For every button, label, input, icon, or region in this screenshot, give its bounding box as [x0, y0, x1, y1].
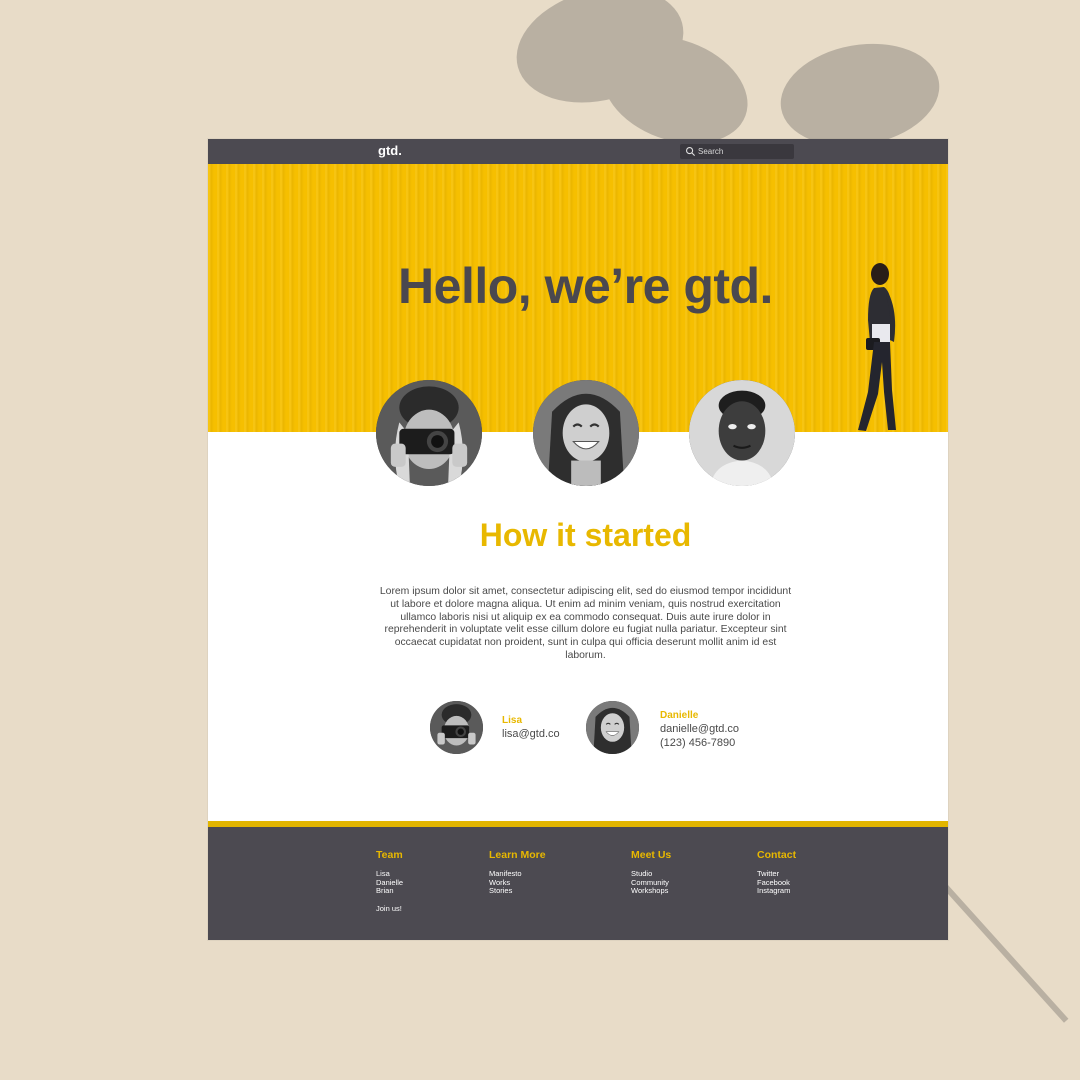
- team-photo-camera: [376, 380, 482, 486]
- search-box[interactable]: [680, 144, 794, 159]
- contact-name-lisa: Lisa: [502, 715, 523, 726]
- top-nav: gtd.: [208, 139, 948, 164]
- team-photo-smiling-woman: [533, 380, 639, 486]
- footer-link-workshops[interactable]: Workshops: [631, 886, 671, 896]
- section-body-text: Lorem ipsum dolor sit amet, consectetur …: [379, 586, 792, 661]
- contact-phone-danielle[interactable]: (123) 456-7890: [660, 737, 735, 749]
- contact-email-lisa[interactable]: lisa@gtd.co: [502, 728, 560, 740]
- footer-column-learn-more: Learn More Manifesto Works Stories: [489, 849, 546, 896]
- search-icon: [686, 147, 696, 157]
- camera-person-image: [376, 380, 482, 486]
- website-mockup: gtd. Hello, we’re gtd.: [208, 139, 948, 940]
- team-photo-man: [689, 380, 795, 486]
- footer-column-contact: Contact Twitter Facebook Instagram: [757, 849, 796, 896]
- footer-link-instagram[interactable]: Instagram: [757, 886, 796, 896]
- footer-heading-team: Team: [376, 849, 403, 861]
- section-title: How it started: [479, 517, 692, 553]
- footer: Team Lisa Danielle Brian Join us! Learn …: [208, 827, 948, 940]
- contact-avatar-danielle: [586, 701, 639, 754]
- search-input[interactable]: [698, 144, 790, 159]
- footer-link-join-us[interactable]: Join us!: [376, 904, 403, 914]
- footer-link-stories[interactable]: Stories: [489, 886, 546, 896]
- footer-heading-meet-us: Meet Us: [631, 849, 672, 861]
- footer-column-meet-us: Meet Us Studio Community Workshops: [631, 849, 671, 896]
- contact-name-danielle: Danielle: [660, 710, 699, 721]
- smiling-woman-image: [533, 380, 639, 486]
- footer-link-brian[interactable]: Brian: [376, 886, 403, 896]
- walking-person-photo: [858, 263, 896, 431]
- footer-column-team: Team Lisa Danielle Brian Join us!: [376, 849, 403, 913]
- contact-avatar-lisa: [430, 701, 483, 754]
- footer-heading-learn-more: Learn More: [489, 849, 546, 861]
- contact-email-danielle[interactable]: danielle@gtd.co: [660, 723, 739, 735]
- site-logo[interactable]: gtd.: [378, 143, 402, 158]
- man-portrait-image: [689, 380, 795, 486]
- lisa-avatar-image: [430, 701, 483, 754]
- danielle-avatar-image: [586, 701, 639, 754]
- hero-title: Hello, we’re gtd.: [398, 258, 773, 314]
- footer-heading-contact: Contact: [757, 849, 797, 861]
